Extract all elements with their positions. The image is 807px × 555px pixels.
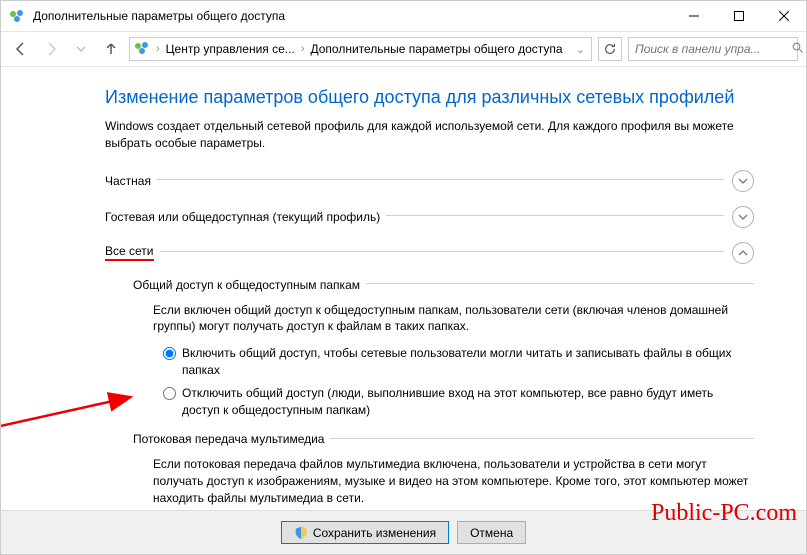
breadcrumb-item[interactable]: Дополнительные параметры общего доступа (310, 42, 562, 56)
search-icon (792, 42, 804, 57)
radio-label: Включить общий доступ, чтобы сетевые пол… (182, 345, 754, 379)
divider (160, 251, 725, 252)
chevron-down-icon[interactable]: ⌄ (574, 43, 587, 56)
section-guest[interactable]: Гостевая или общедоступная (текущий проф… (105, 206, 754, 228)
chevron-right-icon: › (299, 43, 307, 55)
radio-enable-sharing[interactable]: Включить общий доступ, чтобы сетевые пол… (163, 345, 754, 379)
chevron-down-icon[interactable] (732, 170, 754, 192)
forward-button (39, 37, 63, 61)
section-label: Частная (105, 174, 151, 188)
shield-icon (294, 526, 308, 540)
chevron-up-icon[interactable] (732, 242, 754, 264)
section-all-networks[interactable]: Все сети (105, 242, 754, 264)
subsection-title: Общий доступ к общедоступным папкам (133, 278, 360, 292)
section-private[interactable]: Частная (105, 170, 754, 192)
subsection-desc: Если включен общий доступ к общедоступны… (153, 302, 754, 336)
navbar: › Центр управления се... › Дополнительны… (1, 31, 806, 67)
content-area: Изменение параметров общего доступа для … (1, 67, 806, 510)
radio-input[interactable] (163, 347, 176, 360)
divider (330, 438, 754, 439)
annotation-arrow (1, 367, 141, 447)
search-input[interactable] (635, 42, 792, 56)
breadcrumb-item[interactable]: Центр управления се... (166, 42, 295, 56)
subsection-public-folders: Общий доступ к общедоступным папкам Если… (133, 278, 754, 419)
subsection-media-streaming: Потоковая передача мультимедиа Если пото… (133, 432, 754, 510)
network-icon (134, 40, 150, 59)
chevron-down-icon[interactable] (732, 206, 754, 228)
section-label: Гостевая или общедоступная (текущий проф… (105, 210, 380, 224)
divider (386, 215, 724, 216)
network-icon (9, 8, 25, 24)
cancel-button[interactable]: Отмена (457, 521, 526, 544)
minimize-button[interactable] (671, 1, 716, 31)
titlebar: Дополнительные параметры общего доступа (1, 1, 806, 31)
up-button[interactable] (99, 37, 123, 61)
chevron-right-icon: › (154, 43, 162, 55)
page-subtitle: Windows создает отдельный сетевой профил… (105, 118, 754, 152)
subsection-title: Потоковая передача мультимедиа (133, 432, 324, 446)
subsection-desc: Если потоковая передача файлов мультимед… (153, 456, 754, 506)
save-button[interactable]: Сохранить изменения (281, 521, 449, 544)
radio-input[interactable] (163, 387, 176, 400)
footer: Сохранить изменения Отмена (1, 510, 806, 554)
search-box[interactable] (628, 37, 798, 61)
close-button[interactable] (761, 1, 806, 31)
page-heading: Изменение параметров общего доступа для … (105, 87, 754, 108)
radio-label: Отключить общий доступ (люди, выполнивши… (182, 385, 754, 419)
window: Дополнительные параметры общего доступа … (0, 0, 807, 555)
button-label: Сохранить изменения (313, 526, 436, 540)
maximize-button[interactable] (716, 1, 761, 31)
refresh-button[interactable] (598, 37, 622, 61)
back-button[interactable] (9, 37, 33, 61)
divider (157, 179, 724, 180)
button-label: Отмена (470, 526, 513, 540)
section-label: Все сети (105, 244, 154, 261)
window-title: Дополнительные параметры общего доступа (33, 9, 671, 23)
recent-dropdown[interactable] (69, 37, 93, 61)
divider (366, 283, 754, 284)
radio-disable-sharing[interactable]: Отключить общий доступ (люди, выполнивши… (163, 385, 754, 419)
breadcrumb[interactable]: › Центр управления се... › Дополнительны… (129, 37, 592, 61)
